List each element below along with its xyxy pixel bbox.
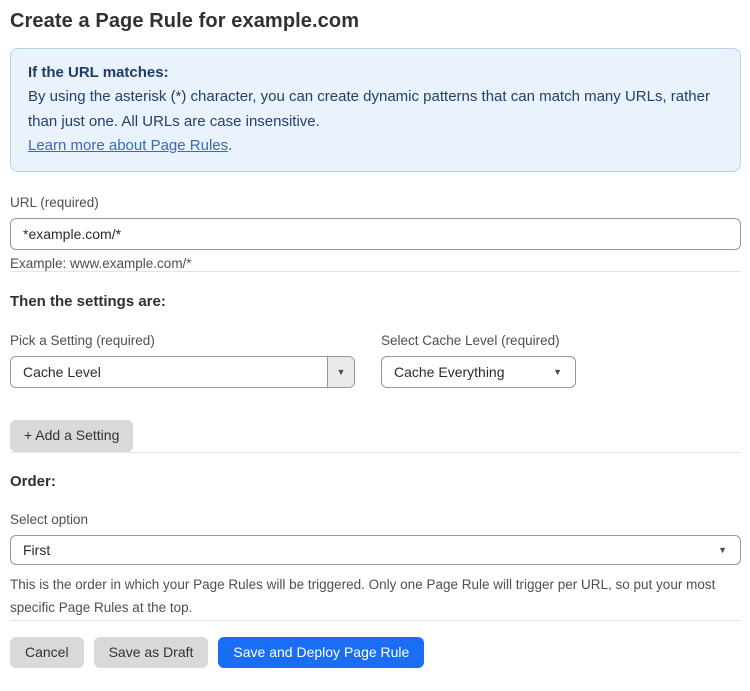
setting-picker-label: Pick a Setting (required)	[10, 333, 155, 349]
setting-picker-group: Pick a Setting (required) Cache Level ▼	[10, 333, 355, 389]
url-field-example: Example: www.example.com/*	[10, 256, 192, 272]
create-page-rule-form: Create a Page Rule for example.com If th…	[0, 0, 750, 680]
info-box-link-line: Learn more about Page Rules.	[28, 134, 723, 158]
order-field-group: Select option First ▼ This is the order …	[10, 512, 741, 620]
add-setting-button[interactable]: + Add a Setting	[10, 420, 134, 452]
chevron-down-icon: ▼	[718, 544, 727, 555]
order-section-heading: Order:	[10, 472, 56, 490]
learn-more-link[interactable]: Learn more about Page Rules	[28, 137, 228, 154]
cache-level-picker-group: Select Cache Level (required) Cache Ever…	[381, 333, 576, 389]
url-match-info-box: If the URL matches: By using the asteris…	[10, 48, 741, 173]
setting-picker-select[interactable]: Cache Level ▼	[10, 356, 355, 389]
url-input[interactable]	[10, 218, 741, 251]
save-and-deploy-button[interactable]: Save and Deploy Page Rule	[218, 636, 425, 669]
link-period: .	[228, 136, 233, 154]
chevron-down-icon[interactable]: ▼	[327, 357, 354, 388]
order-help-text: This is the order in which your Page Rul…	[10, 576, 716, 616]
info-box-heading: If the URL matches:	[28, 64, 169, 81]
divider	[10, 451, 741, 453]
cache-level-select[interactable]: Cache Everything ▼	[381, 356, 576, 389]
form-actions: Cancel Save as Draft Save and Deploy Pag…	[10, 636, 741, 669]
page-title: Create a Page Rule for example.com	[10, 10, 360, 32]
settings-row: Pick a Setting (required) Cache Level ▼ …	[10, 333, 741, 389]
settings-section-heading: Then the settings are:	[10, 293, 166, 311]
url-field-label: URL (required)	[10, 195, 99, 211]
cache-level-picker-label: Select Cache Level (required)	[381, 333, 560, 349]
url-field-group: URL (required) Example: www.example.com/…	[10, 195, 741, 271]
divider	[10, 619, 741, 621]
info-box-body: By using the asterisk (*) character, you…	[28, 88, 710, 130]
cancel-button[interactable]: Cancel	[10, 636, 84, 669]
save-as-draft-button[interactable]: Save as Draft	[93, 636, 209, 669]
setting-picker-value: Cache Level	[23, 364, 101, 381]
order-select-value: First	[23, 541, 51, 558]
divider	[10, 271, 741, 273]
cache-level-value: Cache Everything	[394, 364, 505, 381]
order-select[interactable]: First ▼	[10, 534, 741, 565]
order-select-label: Select option	[10, 511, 89, 527]
chevron-down-icon: ▼	[553, 367, 562, 378]
